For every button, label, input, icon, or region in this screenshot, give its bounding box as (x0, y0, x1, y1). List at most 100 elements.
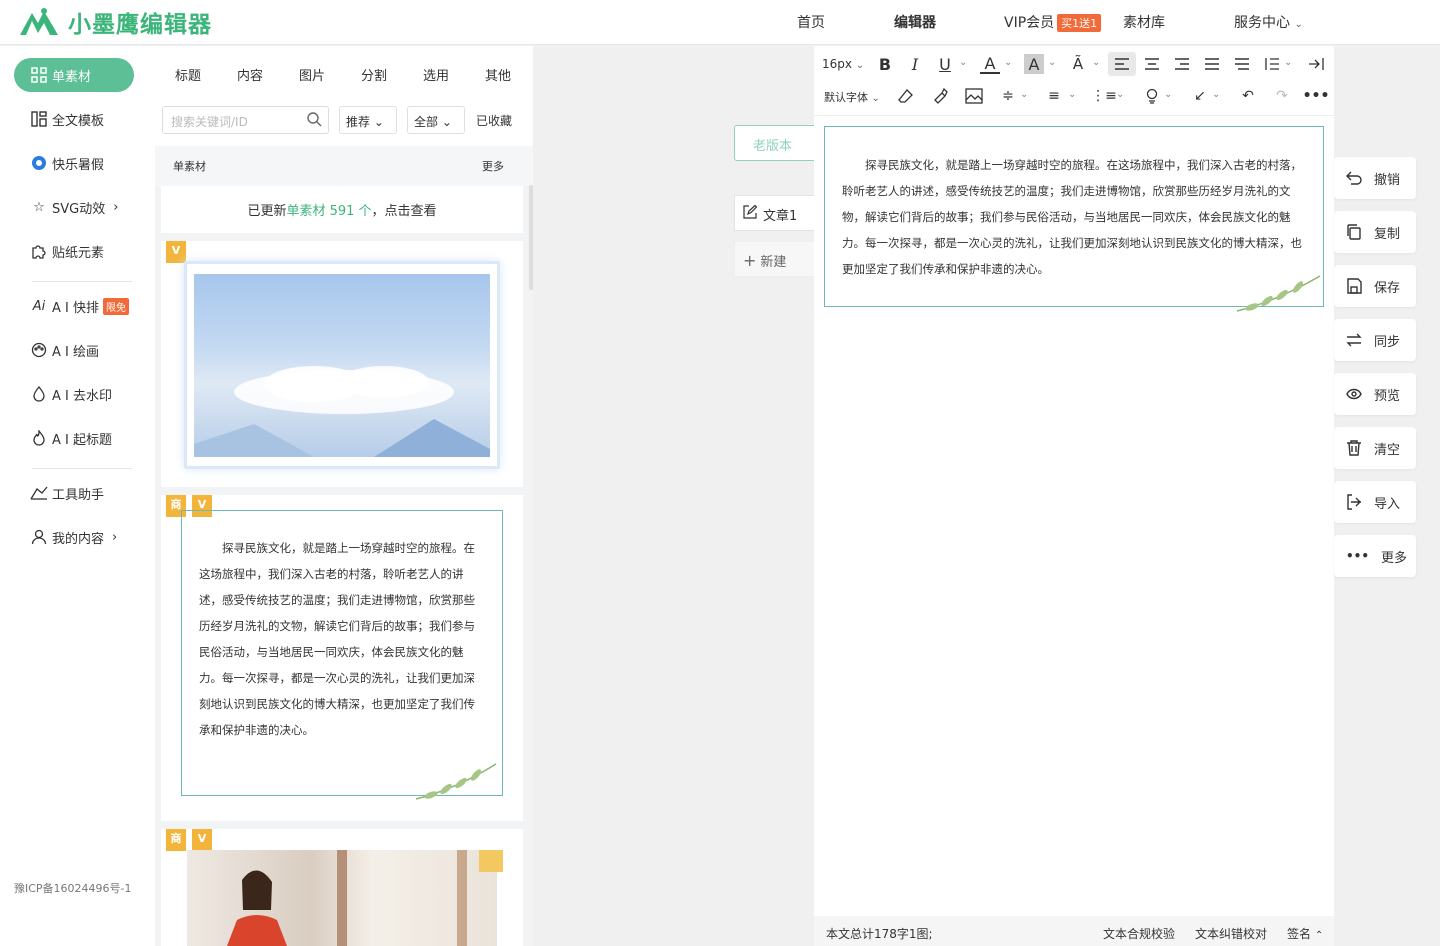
material-card[interactable]: 商 V 探寻民族文化，就是踏上一场穿越时空的旅程。在这场旅程中，我们深入古老的村… (161, 495, 523, 821)
sidebar-divider (32, 281, 132, 282)
nav-library[interactable]: 素材库 (1123, 12, 1165, 32)
chevron-down-icon[interactable]: ⌄ (1068, 89, 1076, 100)
more-options-icon[interactable]: ••• (1303, 86, 1330, 106)
sidebar-item-svg-effects[interactable]: ☆ SVG动效 › (14, 190, 134, 224)
align-left-icon[interactable] (1108, 52, 1136, 76)
bold-icon[interactable]: B (875, 54, 895, 74)
tab-content[interactable]: 内容 (237, 65, 263, 84)
arrow-down-left-icon[interactable]: ↙ (1190, 86, 1210, 106)
section-more-link[interactable]: 更多 (482, 158, 504, 174)
font-color-icon[interactable]: A (980, 54, 1000, 74)
puzzle-icon (30, 242, 48, 260)
text-indent-icon[interactable]: ⋮≡ (1091, 86, 1117, 106)
sidebar-divider (32, 468, 132, 469)
sidebar-item-summer[interactable]: 快乐暑假 (14, 146, 134, 180)
clear-button[interactable]: 清空 (1334, 427, 1416, 469)
chevron-down-icon[interactable]: ⌄ (1284, 57, 1292, 68)
sidebar-item-ai-title[interactable]: A I 起标题 (14, 421, 134, 455)
undo-button[interactable]: 撤销 (1334, 157, 1416, 199)
tab-title[interactable]: 标题 (175, 65, 201, 84)
icp-record[interactable]: 豫ICP备16024496号-1 (14, 880, 132, 896)
redo-icon[interactable]: ↷ (1272, 86, 1292, 106)
material-scrollbar[interactable] (529, 185, 533, 290)
new-article-button[interactable]: + 新建 (734, 241, 814, 277)
tab-image[interactable]: 图片 (299, 65, 325, 84)
chevron-down-icon[interactable]: ⌄ (1020, 89, 1028, 100)
more-button[interactable]: ••• 更多 (1334, 535, 1416, 577)
chevron-down-icon[interactable]: ⌄ (1212, 89, 1220, 100)
search-icon[interactable] (306, 111, 322, 130)
editor-text[interactable]: 探寻民族文化，就是踏上一场穿越时空的旅程。在这场旅程中，我们深入古老的村落，聆听… (842, 152, 1302, 282)
sync-button[interactable]: 同步 (1334, 319, 1416, 361)
background-color-icon[interactable]: A (1024, 54, 1044, 74)
divider-line-icon[interactable]: ≡ (1044, 86, 1064, 106)
update-notice[interactable]: 已更新 单素材 591 个，点击查看 (161, 186, 523, 233)
font-style-icon[interactable]: Ã (1068, 54, 1088, 74)
paragraph-spacing-icon[interactable]: ≑ (998, 86, 1018, 106)
tab-selected[interactable]: 选用 (423, 65, 449, 84)
font-size-select[interactable]: 16px ⌄ (822, 57, 864, 71)
format-brush-icon[interactable] (930, 86, 950, 106)
chevron-down-icon[interactable]: ⌄ (959, 57, 967, 68)
justify-icon[interactable] (1202, 54, 1222, 74)
sidebar-item-ai-layout[interactable]: Ai A I 快排 限免 (14, 289, 134, 323)
chevron-down-icon[interactable]: ⌄ (1116, 89, 1124, 100)
old-version-button[interactable]: 老版本 (734, 125, 814, 161)
eraser-icon[interactable] (896, 86, 916, 106)
sidebar-item-tools[interactable]: 工具助手 (14, 476, 134, 510)
nav-vip[interactable]: VIP会员 买1送1 (1004, 12, 1102, 32)
sidebar-item-ai-watermark[interactable]: A I 去水印 (14, 377, 134, 411)
nav-editor[interactable]: 编辑器 (894, 12, 936, 32)
chevron-down-icon[interactable]: ⌄ (1164, 89, 1172, 100)
import-label: 导入 (1374, 496, 1401, 512)
align-center-icon[interactable] (1142, 54, 1162, 74)
signature-select[interactable]: 签名 ⌃ (1287, 925, 1323, 942)
new-article-label: 新建 (760, 255, 787, 270)
lightbulb-icon[interactable] (1142, 86, 1162, 106)
woman-illustration (227, 850, 467, 946)
logo[interactable]: 小墨鹰编辑器 (18, 5, 212, 39)
proofread-link[interactable]: 文本纠错校对 (1195, 925, 1267, 942)
tab-divider[interactable]: 分割 (361, 65, 387, 84)
sidebar-item-full-template[interactable]: 全文模板 (14, 102, 134, 136)
chevron-down-icon[interactable]: ⌄ (1092, 57, 1100, 68)
category-dropdown[interactable]: 全部 ⌄ (407, 106, 465, 134)
nav-service-label: 服务中心 (1234, 15, 1290, 31)
search-input[interactable]: 搜索关键词/ID (162, 106, 329, 134)
chevron-down-icon[interactable]: ⌄ (1004, 57, 1012, 68)
sidebar-item-stickers[interactable]: 贴纸元素 (14, 234, 134, 268)
sidebar-item-single-material[interactable]: 单素材 (14, 58, 134, 92)
image-icon[interactable] (964, 86, 984, 106)
star-icon: ☆ (33, 199, 45, 215)
line-height-icon[interactable] (1262, 54, 1282, 74)
material-card[interactable]: V (161, 241, 523, 487)
font-family-select[interactable]: 默认字体 ⌄ (824, 89, 880, 105)
tab-other[interactable]: 其他 (485, 65, 511, 84)
undo-icon[interactable]: ↶ (1238, 86, 1258, 106)
compliance-check-link[interactable]: 文本合规校验 (1103, 925, 1175, 942)
copy-button[interactable]: 复制 (1334, 211, 1416, 253)
editor-canvas[interactable]: 探寻民族文化，就是踏上一场穿越时空的旅程。在这场旅程中，我们深入古老的村落，聆听… (814, 116, 1334, 916)
sidebar-item-ai-draw[interactable]: A I 绘画 (14, 333, 134, 367)
indent-icon[interactable] (1306, 54, 1326, 74)
italic-icon[interactable]: I (905, 54, 925, 74)
undo-icon (1346, 171, 1362, 185)
chevron-down-icon[interactable]: ⌄ (1048, 57, 1056, 68)
update-prefix: 已更新 (247, 204, 287, 219)
underline-icon[interactable]: U (935, 54, 955, 74)
v-tag: V (166, 241, 186, 263)
recommend-dropdown[interactable]: 推荐 ⌄ (339, 106, 397, 134)
article-item[interactable]: 文章1 (734, 195, 814, 231)
justify-distribute-icon[interactable] (1232, 54, 1252, 74)
material-card[interactable]: 商 V (161, 829, 523, 946)
import-button[interactable]: 导入 (1334, 481, 1416, 523)
align-right-icon[interactable] (1172, 54, 1192, 74)
preview-button[interactable]: 预览 (1334, 373, 1416, 415)
nav-service[interactable]: 服务中心 ⌄ (1234, 12, 1303, 32)
signature-label: 签名 (1287, 927, 1312, 941)
sidebar-item-my-content[interactable]: 我的内容 › (14, 520, 134, 554)
nav-home[interactable]: 首页 (797, 12, 825, 32)
favorites-link[interactable]: 已收藏 (476, 112, 512, 129)
palette-icon (30, 341, 48, 359)
save-button[interactable]: 保存 (1334, 265, 1416, 307)
